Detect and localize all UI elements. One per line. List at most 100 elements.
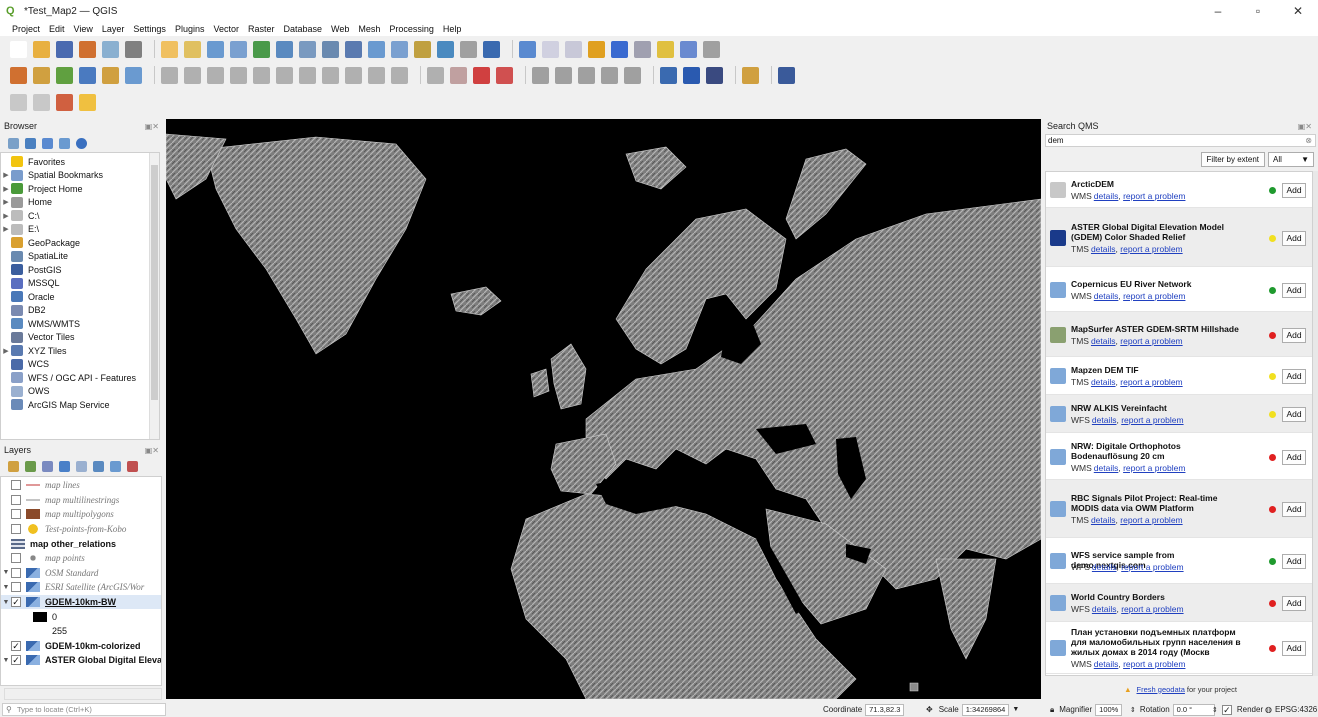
qms-service-item[interactable]: WFS service sample from demo.nextgis.com…	[1046, 538, 1312, 584]
menu-vector[interactable]: Vector	[213, 24, 239, 34]
expand-arrow-icon[interactable]: ▶	[1, 185, 11, 193]
browser-item-wfs-ogc-api-features[interactable]: WFS / OGC API - Features	[1, 371, 159, 385]
report-problem-link[interactable]: report a problem	[1120, 244, 1182, 254]
menu-mesh[interactable]: Mesh	[358, 24, 380, 34]
menu-view[interactable]: View	[74, 24, 93, 34]
zoom-next-icon[interactable]	[368, 40, 385, 58]
browser-item-geopackage[interactable]: GeoPackage	[1, 236, 159, 250]
wms-layer-icon[interactable]	[125, 66, 142, 84]
browser-item-spatial-bookmarks[interactable]: ▶ Spatial Bookmarks	[1, 169, 159, 183]
menu-raster[interactable]: Raster	[248, 24, 275, 34]
add-service-button[interactable]: Add	[1282, 230, 1306, 246]
layer-item-0[interactable]: 0	[1, 609, 161, 624]
report-problem-link[interactable]: report a problem	[1120, 377, 1182, 387]
browser-item-postgis[interactable]: PostGIS	[1, 263, 159, 277]
refresh-icon[interactable]	[25, 137, 36, 149]
details-link[interactable]: details	[1091, 515, 1116, 525]
details-link[interactable]: details	[1092, 604, 1117, 614]
expand-arrow-icon[interactable]: ▶	[1, 212, 11, 220]
report-problem-link[interactable]: report a problem	[1120, 336, 1182, 346]
menu-project[interactable]: Project	[12, 24, 40, 34]
new-virtual-layer-icon[interactable]	[102, 66, 119, 84]
new-project-icon[interactable]	[10, 40, 27, 58]
qms-service-item[interactable]: ASTER Global Digital Elevation Model (GD…	[1046, 208, 1312, 267]
layer-item-osm-standard[interactable]: ▼ OSM Standard	[1, 566, 161, 581]
new-map-view-icon[interactable]	[391, 40, 408, 58]
save-edits-icon[interactable]	[207, 66, 224, 84]
browser-item-oracle[interactable]: Oracle	[1, 290, 159, 304]
minimize-button[interactable]: –	[1198, 0, 1238, 22]
browser-item-wcs[interactable]: WCS	[1, 358, 159, 372]
close-button[interactable]: ✕	[1278, 0, 1318, 22]
toolbox-icon[interactable]	[611, 40, 628, 58]
details-link[interactable]: details	[1091, 336, 1116, 346]
label-pin-icon[interactable]	[496, 66, 513, 84]
identify-icon[interactable]	[542, 40, 559, 58]
browser-item-e[interactable]: ▶ E:\	[1, 223, 159, 237]
select-all-icon[interactable]	[79, 93, 96, 111]
browser-item-favorites[interactable]: Favorites	[1, 155, 159, 169]
expand-arrow-icon[interactable]: ▶	[1, 171, 11, 179]
fresh-geodata-link[interactable]: Fresh geodata	[1137, 685, 1185, 694]
crs-button[interactable]: EPSG:4326	[1275, 705, 1317, 714]
maximize-button[interactable]: ▫	[1238, 0, 1278, 22]
locator-input[interactable]: ⚲ Type to locate (Ctrl+K)	[2, 703, 166, 716]
new-bookmark-icon[interactable]	[437, 40, 454, 58]
browser-item-project-home[interactable]: ▶ Project Home	[1, 182, 159, 196]
data-source-manager-icon[interactable]	[10, 66, 27, 84]
expand-arrow-icon[interactable]: ▶	[1, 198, 11, 206]
qms-service-item[interactable]: План установки подъемных платформ для ма…	[1046, 622, 1312, 674]
zoom-in-icon[interactable]	[207, 40, 224, 58]
map-canvas[interactable]	[166, 119, 1041, 699]
browser-item-spatialite[interactable]: SpatiaLite	[1, 250, 159, 264]
spin-arrows-icon[interactable]: ⇕	[1130, 706, 1136, 714]
info-icon[interactable]	[76, 137, 87, 149]
add-service-button[interactable]: Add	[1282, 554, 1306, 569]
expand-arrow-icon[interactable]: ▼	[1, 657, 11, 664]
sum-icon[interactable]	[634, 40, 651, 58]
report-problem-link[interactable]: report a problem	[1123, 191, 1185, 201]
pan-to-selection-icon[interactable]	[184, 40, 201, 58]
manage-visibility-icon[interactable]	[42, 460, 53, 472]
layer-visibility-checkbox[interactable]	[11, 567, 21, 578]
collapse-all-icon[interactable]	[59, 137, 70, 149]
extent-toggle-icon[interactable]: ✥	[926, 705, 933, 714]
magnifier-field[interactable]: 100%	[1095, 703, 1123, 716]
menu-plugins[interactable]: Plugins	[175, 24, 205, 34]
report-problem-link[interactable]: report a problem	[1123, 463, 1185, 473]
current-edits-icon[interactable]	[161, 66, 178, 84]
panel-float-close-icon[interactable]: ▣✕	[145, 122, 159, 131]
browser-item-xyz-tiles[interactable]: ▶ XYZ Tiles	[1, 344, 159, 358]
globe-icon[interactable]: ◍	[1265, 705, 1272, 714]
qms-service-item[interactable]: MapSurfer ASTER GDEM-SRTM Hillshade TMS de…	[1046, 312, 1312, 357]
temporal-controller-icon[interactable]	[483, 40, 500, 58]
spin-arrows-icon[interactable]: ⇕	[1212, 706, 1218, 714]
toggle-editing-icon[interactable]	[184, 66, 201, 84]
show-hide-labels-icon[interactable]	[532, 66, 549, 84]
report-problem-link[interactable]: report a problem	[1123, 291, 1185, 301]
print-layout-icon[interactable]	[102, 40, 119, 58]
browser-item-vector-tiles[interactable]: Vector Tiles	[1, 331, 159, 345]
filter-by-extent-button[interactable]: Filter by extent	[1200, 151, 1265, 167]
qms-scrollbar[interactable]	[1313, 171, 1318, 676]
expand-arrow-icon[interactable]: ▶	[1, 347, 11, 355]
python-console-icon[interactable]	[742, 66, 759, 84]
qms-search-icon[interactable]	[660, 66, 677, 84]
undo-icon[interactable]	[368, 66, 385, 84]
expand-arrow-icon[interactable]: ▶	[1, 225, 11, 233]
menu-processing[interactable]: Processing	[389, 24, 434, 34]
report-problem-link[interactable]: report a problem	[1123, 659, 1185, 669]
expand-arrow-icon[interactable]: ▼	[1, 584, 11, 591]
select-features-icon[interactable]	[10, 93, 27, 111]
layer-visibility-checkbox[interactable]: ✓	[11, 655, 21, 666]
add-service-button[interactable]: Add	[1282, 502, 1306, 517]
open-project-icon[interactable]	[33, 40, 50, 58]
statistics-icon[interactable]	[588, 40, 605, 58]
panel-float-close-icon[interactable]: ▣✕	[1298, 122, 1312, 131]
browser-item-mssql[interactable]: MSSQL	[1, 277, 159, 291]
service-status-select[interactable]: All ▼	[1268, 151, 1314, 167]
details-link[interactable]: details	[1091, 377, 1116, 387]
diagram-icon[interactable]	[450, 66, 467, 84]
menu-web[interactable]: Web	[331, 24, 349, 34]
help-icon[interactable]	[778, 66, 795, 84]
